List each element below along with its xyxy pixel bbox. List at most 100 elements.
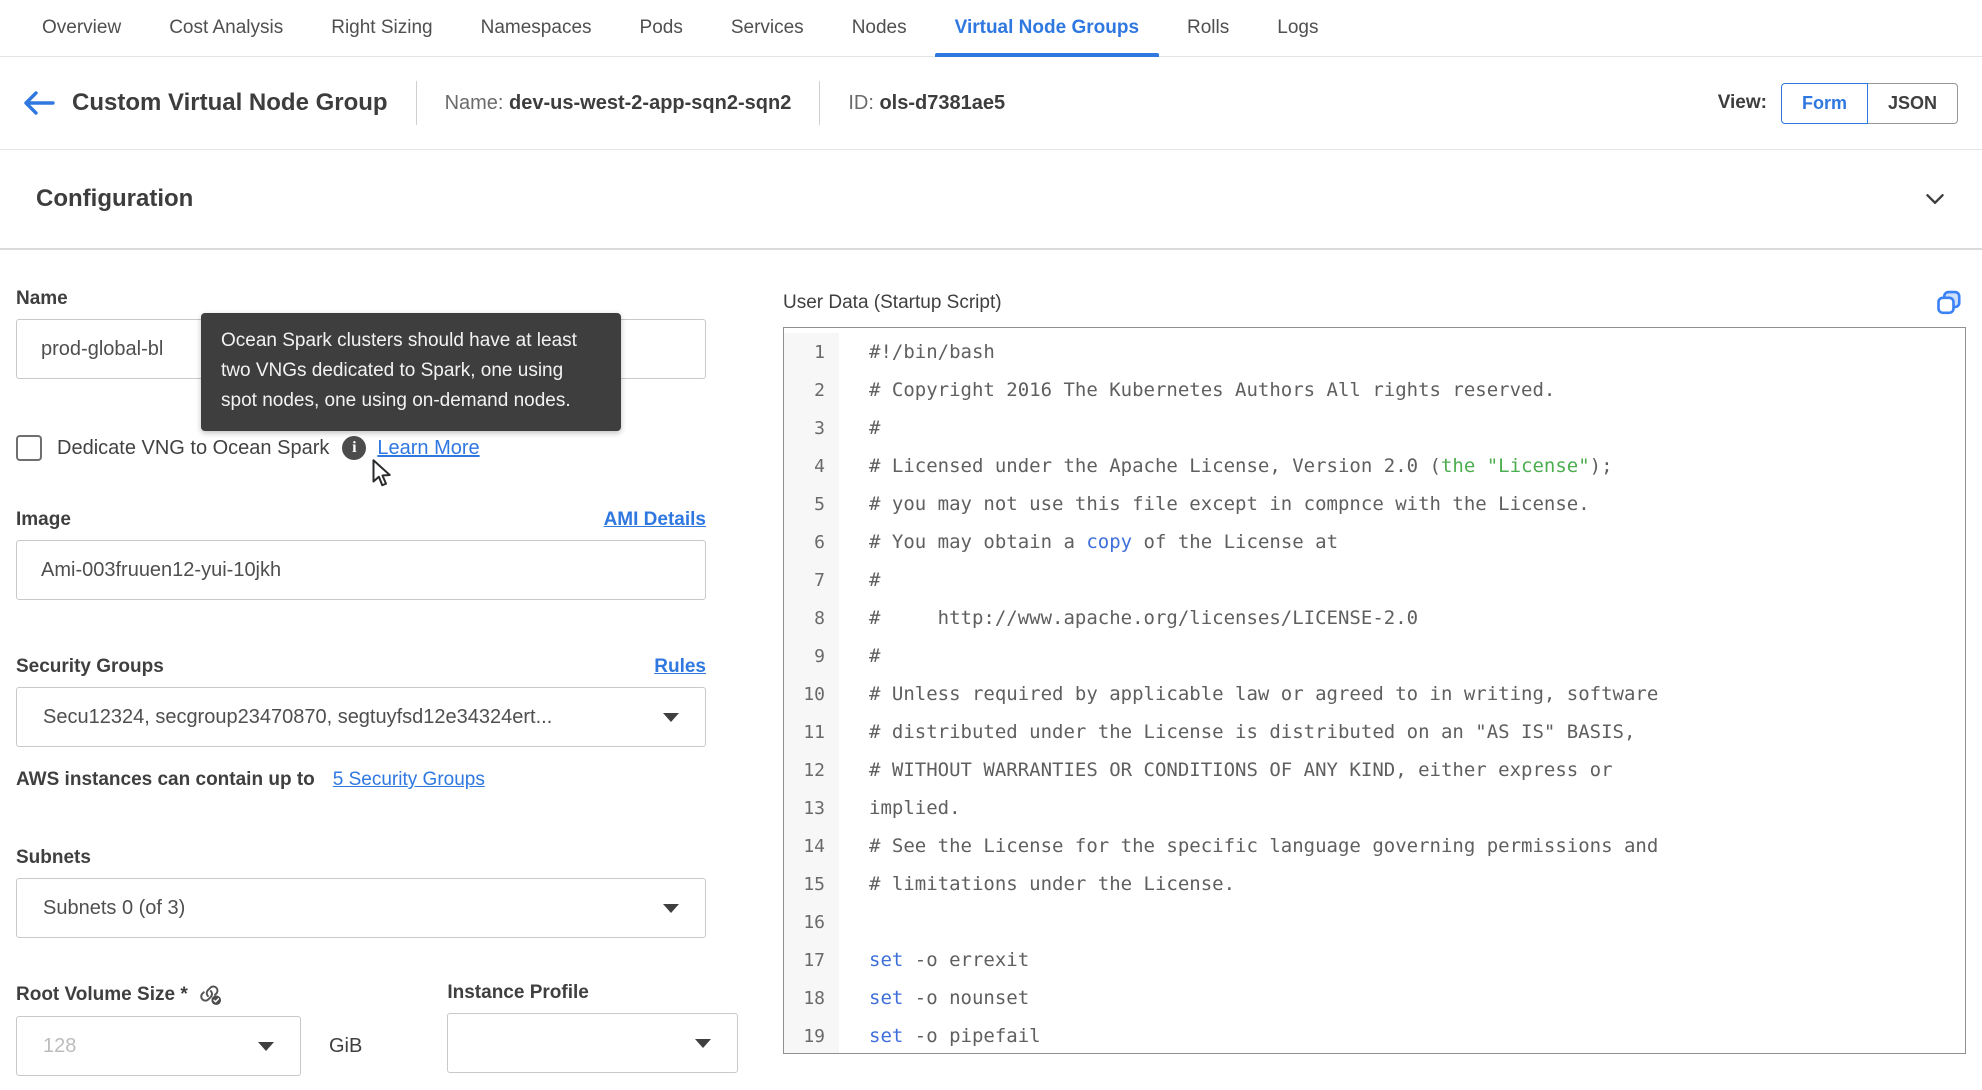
code-line-1: 1 #!/bin/bash [784,333,1965,371]
code-text: # limitations under the License. [869,873,1236,895]
code-line-19: 19 set -o pipefail [784,1017,1965,1053]
link-check-icon[interactable] [198,982,223,1007]
page-header: Custom Virtual Node Group Name: dev-us-w… [0,57,1982,150]
code-text: # See the License for the specific langu… [869,835,1659,857]
code-text: # Copyright 2016 The Kubernetes Authors … [869,379,1556,401]
tab-namespaces[interactable]: Namespaces [457,0,616,56]
user-data-code-editor[interactable]: 1 #!/bin/bash 2 # Copyright 2016 The Kubern… [783,327,1966,1054]
rules-link[interactable]: Rules [654,656,706,678]
tab-logs[interactable]: Logs [1253,0,1342,56]
line-number: 8 [784,599,839,637]
view-label: View: [1717,92,1767,113]
code-text: # http://www.apache.org/licenses/LICENSE… [869,607,1419,629]
code-line-7: 7 # [784,561,1965,599]
five-security-groups-link[interactable]: 5 Security Groups [333,769,485,791]
view-form-button[interactable]: Form [1780,82,1868,124]
ami-details-link[interactable]: AMI Details [604,509,706,531]
line-number: 16 [784,903,839,941]
root-volume-placeholder: 128 [43,1034,77,1057]
tab-rolls[interactable]: Rolls [1163,0,1253,56]
security-groups-select[interactable]: Secu12324, secgroup23470870, segtuyfsd12… [16,687,706,747]
tab-cost-analysis[interactable]: Cost Analysis [145,0,307,56]
line-number: 14 [784,827,839,865]
line-number: 19 [784,1017,839,1053]
dedicate-vng-checkbox[interactable] [16,435,42,461]
line-number: 15 [784,865,839,903]
code-line-13: 13 implied. [784,789,1965,827]
line-number: 9 [784,637,839,675]
code-text: # You may obtain a copy of the License a… [869,531,1339,553]
tab-services[interactable]: Services [707,0,828,56]
image-field-label: Image [16,509,71,530]
tab-right-sizing[interactable]: Right Sizing [307,0,456,56]
info-icon[interactable]: i [342,436,367,460]
line-number: 5 [784,485,839,523]
code-text: # [869,417,881,439]
tab-nodes[interactable]: Nodes [828,0,931,56]
code-text: implied. [869,797,961,819]
code-text: #!/bin/bash [869,341,995,363]
user-data-title: User Data (Startup Script) [783,292,1002,313]
code-line-4: 4 # Licensed under the Apache License, Ve… [784,447,1965,485]
copy-icon[interactable] [1934,288,1964,318]
code-line-10: 10 # Unless required by applicable law or… [784,675,1965,713]
vng-id-label: ID: [848,91,874,114]
vng-name-label: Name: [444,91,504,114]
subnets-select[interactable]: Subnets 0 (of 3) [16,878,706,938]
tab-pods[interactable]: Pods [616,0,707,56]
learn-more-link[interactable]: Learn More [377,437,479,460]
user-data-panel: User Data (Startup Script) 1 #!/bin/bash 2… [783,288,1966,1076]
line-number: 10 [784,675,839,713]
tab-virtual-node-groups[interactable]: Virtual Node Groups [931,0,1163,57]
dedicate-vng-label: Dedicate VNG to Ocean Spark [57,436,330,459]
root-volume-size-select[interactable]: 128 [16,1016,301,1076]
line-number: 6 [784,523,839,561]
line-number: 18 [784,979,839,1017]
code-line-6: 6 # You may obtain a copy of the License … [784,523,1965,561]
caret-down-icon [663,712,679,722]
chevron-down-icon[interactable] [1922,186,1948,212]
code-line-14: 14 # See the License for the specific lan… [784,827,1965,865]
code-text: # you may not use this file except in co… [869,493,1590,515]
caret-down-icon [695,1038,712,1048]
code-line-5: 5 # you may not use this file except in c… [784,485,1965,523]
vng-name: Name: dev-us-west-2-app-sqn2-sqn2 [445,92,792,115]
code-line-2: 2 # Copyright 2016 The Kubernetes Authors… [784,371,1965,409]
configuration-section-header[interactable]: Configuration [0,150,1982,250]
mouse-cursor [368,459,394,494]
view-toggle: Form JSON [1780,82,1958,124]
line-number: 12 [784,751,839,789]
divider [819,81,821,125]
code-text: # Licensed under the Apache License, Ver… [869,455,1613,477]
code-text: # distributed under the License is distr… [869,721,1636,743]
subnets-value: Subnets 0 (of 3) [43,896,186,919]
tab-bar: Overview Cost Analysis Right Sizing Namespa… [0,0,1982,57]
root-volume-size-label: Root Volume Size * [16,983,188,1005]
subnets-label: Subnets [16,847,91,868]
code-line-15: 15 # limitations under the License. [784,865,1965,903]
image-input[interactable] [16,540,706,600]
line-number: 4 [784,447,839,485]
code-text: set -o nounset [869,987,1030,1009]
view-json-button[interactable]: JSON [1866,82,1958,124]
instance-profile-label: Instance Profile [447,982,589,1003]
page-title: Custom Virtual Node Group [72,89,388,116]
divider [415,81,417,125]
line-number: 2 [784,371,839,409]
gib-unit-label: GiB [329,1034,363,1057]
vng-name-value: dev-us-west-2-app-sqn2-sqn2 [509,91,792,114]
line-number: 3 [784,409,839,447]
section-title: Configuration [36,185,194,212]
back-arrow-icon[interactable] [22,88,60,118]
line-number: 11 [784,713,839,751]
vng-id: ID: ols-d7381ae5 [848,92,1005,115]
tab-overview[interactable]: Overview [18,0,145,56]
code-text: set -o pipefail [869,1025,1041,1047]
line-number: 17 [784,941,839,979]
code-text: # [869,645,881,667]
line-number: 7 [784,561,839,599]
instance-profile-select[interactable] [447,1013,739,1073]
ocean-spark-tooltip: Ocean Spark clusters should have at leas… [201,313,621,432]
name-field-label: Name [16,288,68,309]
code-line-17: 17 set -o errexit [784,941,1965,979]
